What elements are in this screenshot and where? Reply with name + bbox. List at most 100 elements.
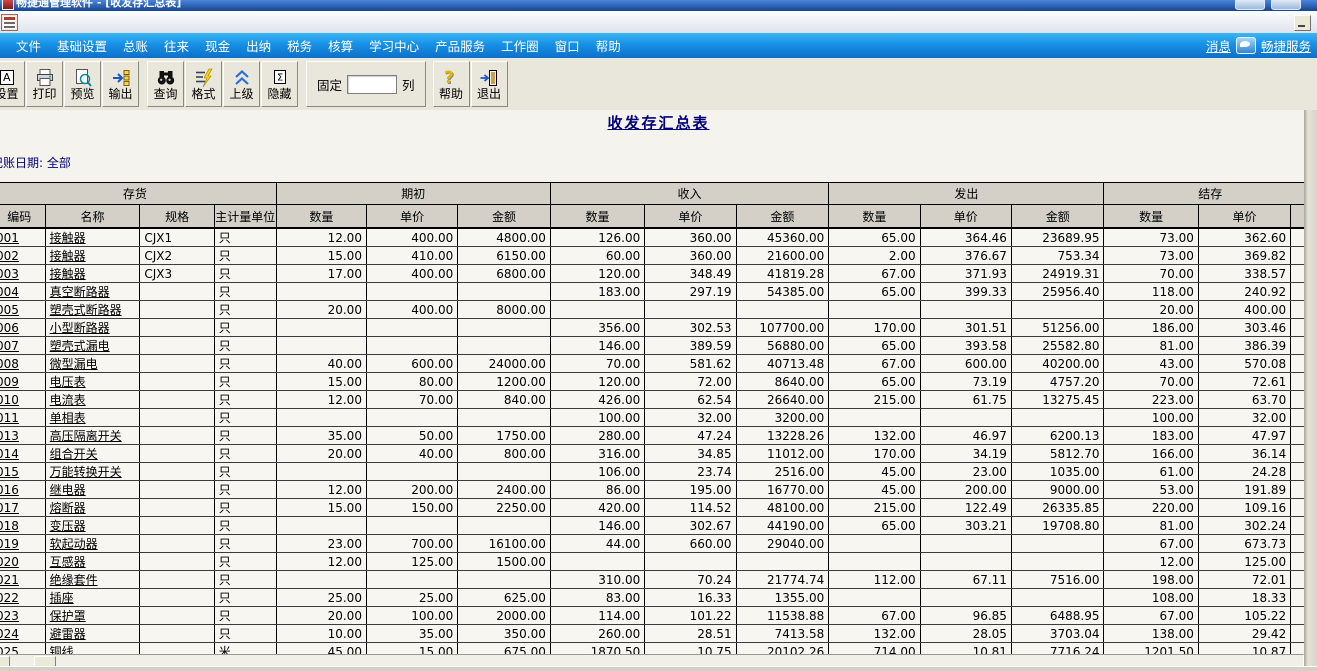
cell-spec [140,571,214,589]
cell-name[interactable]: 熔断器 [45,499,140,517]
cell-name[interactable]: 高压隔离开关 [45,427,140,445]
cell-in-qty: 83.00 [550,589,644,607]
cell-bal-qty: 223.00 [1104,391,1198,409]
cell-begin-price: 35.00 [366,625,457,643]
up-level-button[interactable]: 上级 [223,61,260,107]
window-minimize-button[interactable] [1235,0,1265,10]
cell-code[interactable]: 007 [0,337,45,355]
cell-name[interactable]: 小型断路器 [45,319,140,337]
cell-name[interactable]: 插座 [45,589,140,607]
cell-name[interactable]: 避雷器 [45,625,140,643]
cell-begin-price: 150.00 [366,499,457,517]
preview-button[interactable]: 预览 [64,61,101,107]
menu-costing[interactable]: 核算 [320,36,361,55]
fixed-columns-input[interactable] [347,75,397,94]
cell-name[interactable]: 接触器 [45,265,140,283]
cell-code[interactable]: 003 [0,265,45,283]
menu-cashier[interactable]: 出纳 [238,36,279,55]
cell-name[interactable]: 电流表 [45,391,140,409]
export-button[interactable]: 输出 [102,61,139,107]
message-link[interactable]: 消息 [1206,36,1231,55]
menu-window[interactable]: 窗口 [547,36,588,55]
cell-code[interactable]: 010 [0,391,45,409]
cell-name[interactable]: 万能转换开关 [45,463,140,481]
cell-code[interactable]: 017 [0,499,45,517]
cell-in-price: 195.00 [645,481,736,499]
settings-button[interactable]: A 设置 [0,61,25,107]
cell-code[interactable]: 009 [0,373,45,391]
cell-code[interactable]: 005 [0,301,45,319]
cell-code[interactable]: 022 [0,589,45,607]
cell-code[interactable]: 015 [0,463,45,481]
menu-tax[interactable]: 税务 [279,36,320,55]
cell-code[interactable]: 020 [0,553,45,571]
cell-code[interactable]: 018 [0,517,45,535]
cell-code[interactable]: 023 [0,607,45,625]
window-titlebar: 畅捷通管理软件 - [收发存汇总表] [0,0,1317,11]
cell-in-qty: 70.00 [550,355,644,373]
cell-code[interactable]: 019 [0,535,45,553]
menu-basic-setup[interactable]: 基础设置 [49,36,115,55]
menu-work-circle[interactable]: 工作圈 [493,36,547,55]
cell-name[interactable]: 保护罩 [45,607,140,625]
cell-code[interactable]: 021 [0,571,45,589]
cell-code[interactable]: 001 [0,228,45,247]
cell-name[interactable]: 互感器 [45,553,140,571]
menu-learning-center[interactable]: 学习中心 [361,36,427,55]
cell-code[interactable]: 002 [0,247,45,265]
cell-name[interactable]: 绝缘套件 [45,571,140,589]
cell-begin-amount: 2000.00 [458,607,551,625]
message-bubble-icon[interactable] [1236,37,1256,54]
menu-general-ledger[interactable]: 总账 [115,36,156,55]
cell-code[interactable]: 014 [0,445,45,463]
query-icon [156,68,176,88]
cell-code[interactable]: 008 [0,355,45,373]
cell-begin-price [366,409,457,427]
cell-code[interactable]: 004 [0,283,45,301]
window-bottom-edge [0,666,1317,671]
cell-name[interactable]: 接触器 [45,228,140,247]
exit-button[interactable]: 退出 [471,61,508,107]
cell-name[interactable]: 塑壳式断路器 [45,301,140,319]
cell-name[interactable]: 接触器 [45,247,140,265]
cell-name[interactable]: 塑壳式漏电 [45,337,140,355]
cell-out-price [920,535,1011,553]
cell-in-amount [736,553,829,571]
cell-unit: 只 [214,228,276,247]
hide-button[interactable]: Σ 隐藏 [261,61,298,107]
menu-product-services[interactable]: 产品服务 [427,36,493,55]
cell-bal-qty: 70.00 [1104,373,1198,391]
chanjet-service-link[interactable]: 畅捷服务 [1261,36,1311,55]
cell-code[interactable]: 013 [0,427,45,445]
cell-bal-price: 63.70 [1198,391,1290,409]
filter-posting-date: 记账日期: 全部 [0,157,407,170]
menu-receivables[interactable]: 往来 [156,36,197,55]
cell-bal-price: 303.46 [1198,319,1290,337]
cell-spec [140,499,214,517]
mdi-restore-button[interactable] [1294,15,1311,31]
cell-code[interactable]: 024 [0,625,45,643]
cell-name[interactable]: 真空断路器 [45,283,140,301]
cell-code[interactable]: 016 [0,481,45,499]
window-close-button[interactable] [1271,0,1301,10]
cell-name[interactable]: 微型漏电 [45,355,140,373]
cell-name[interactable]: 继电器 [45,481,140,499]
print-button[interactable]: 打印 [26,61,63,107]
cell-spec: CJX3 [140,265,214,283]
query-button[interactable]: 查询 [147,61,184,107]
table-row: 020互感器只12.00125.001500.0012.00125.00 [0,553,1317,571]
cell-name[interactable]: 组合开关 [45,445,140,463]
cell-name[interactable]: 电压表 [45,373,140,391]
cell-in-price: 16.33 [645,589,736,607]
menu-cash[interactable]: 现金 [197,36,238,55]
help-button[interactable]: ? ? 帮助 [433,61,470,107]
col-header-in-price: 单价 [645,205,736,229]
menu-help[interactable]: 帮助 [588,36,629,55]
cell-name[interactable]: 单相表 [45,409,140,427]
format-button[interactable]: 格式 [185,61,222,107]
cell-name[interactable]: 软起动器 [45,535,140,553]
cell-code[interactable]: 006 [0,319,45,337]
menu-file[interactable]: 文件 [8,36,49,55]
cell-code[interactable]: 011 [0,409,45,427]
cell-name[interactable]: 变压器 [45,517,140,535]
